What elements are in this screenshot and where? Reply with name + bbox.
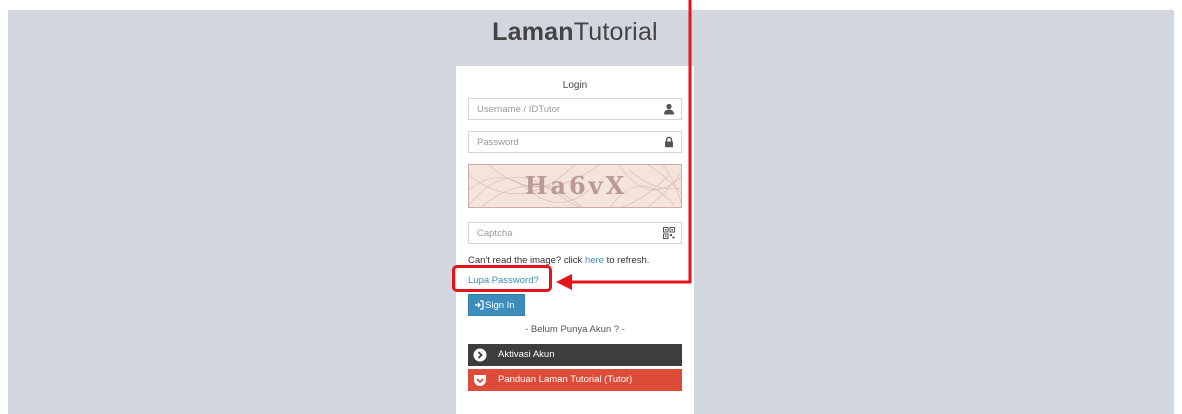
sign-in-button[interactable]: Sign In: [468, 294, 525, 316]
lock-icon: [665, 136, 673, 148]
brand-bold: Laman: [492, 18, 574, 46]
login-title: Login: [562, 80, 588, 91]
sign-in-label: Sign In: [485, 300, 515, 311]
panduan-label: Panduan Laman Tutorial (Tutor): [498, 374, 633, 385]
refresh-captcha-link[interactable]: here: [585, 255, 604, 266]
password-field[interactable]: Password: [468, 131, 682, 153]
brand-rest: Tutorial: [573, 18, 658, 46]
login-box: Login Username / IDTutor Password Ha6vX …: [456, 66, 694, 414]
password-placeholder: Password: [477, 137, 519, 148]
captcha-placeholder: Captcha: [477, 228, 513, 239]
captcha-image[interactable]: Ha6vX: [468, 164, 682, 208]
aktivasi-akun-button[interactable]: Aktivasi Akun: [468, 344, 682, 366]
username-field[interactable]: Username / IDTutor: [468, 98, 682, 120]
panduan-button[interactable]: Panduan Laman Tutorial (Tutor): [468, 369, 682, 391]
qrcode-icon: [663, 227, 675, 239]
captcha-code: Ha6vX: [524, 171, 628, 200]
pocket-icon: [474, 375, 486, 386]
annotation-highlight-box: [452, 265, 552, 292]
chevron-circle-right-icon: [473, 348, 487, 362]
username-placeholder: Username / IDTutor: [477, 104, 561, 115]
user-icon: [664, 103, 674, 115]
sign-in-icon: [475, 300, 484, 310]
no-account-text: - Belum Punya Akun ? -: [525, 324, 625, 335]
brand-logo: LamanTutorial: [455, 18, 695, 47]
captcha-field[interactable]: Captcha: [468, 222, 682, 244]
hint-suffix: to refresh.: [603, 255, 650, 266]
aktivasi-label: Aktivasi Akun: [498, 349, 555, 360]
